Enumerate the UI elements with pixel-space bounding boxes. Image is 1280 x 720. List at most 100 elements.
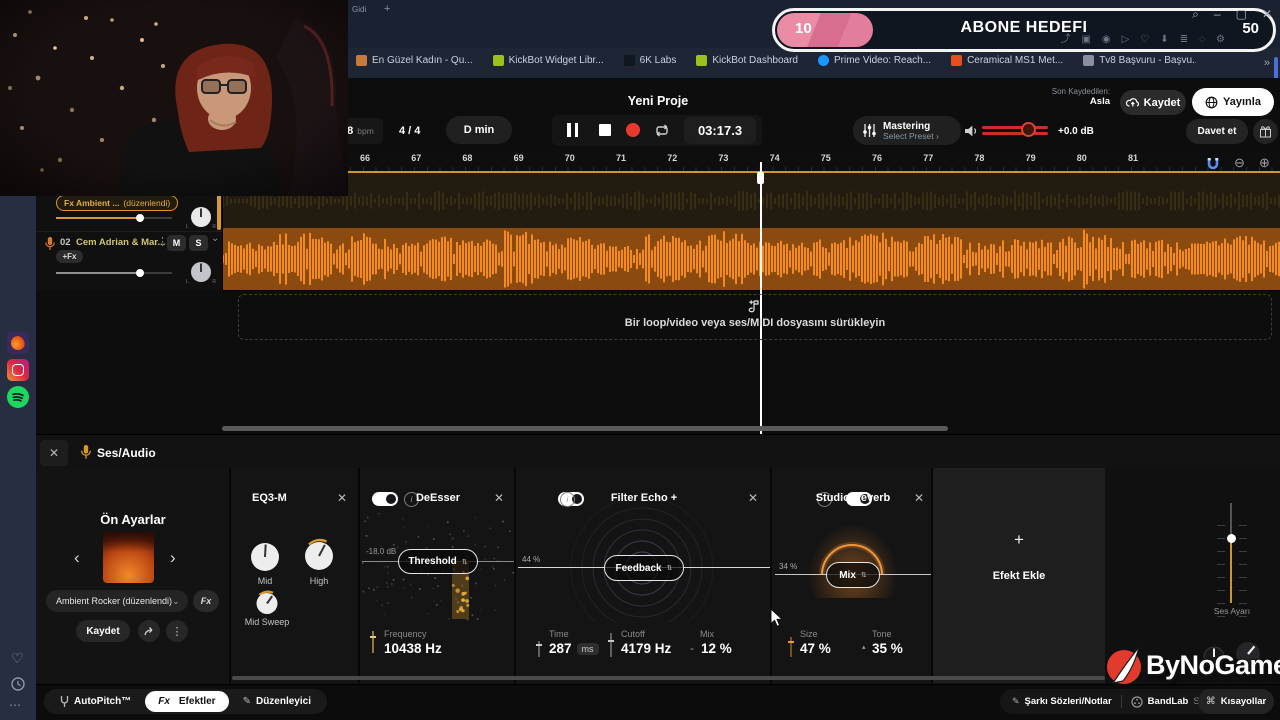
speaker-icon[interactable] bbox=[964, 124, 979, 143]
reverb-mix-pill[interactable]: Mix ⇅ bbox=[826, 562, 880, 588]
channel-volume-knob[interactable] bbox=[1226, 534, 1236, 543]
bookmark-item[interactable]: Prime Video: Reach... bbox=[817, 55, 931, 66]
time-signature[interactable]: 4 / 4 bbox=[399, 125, 420, 137]
bookmark-label: En Güzel Kadın - Qu... bbox=[372, 55, 473, 66]
track2-pan-knob[interactable]: LR bbox=[186, 261, 216, 285]
track1-pan-knob[interactable]: LR bbox=[186, 206, 216, 230]
watermark-text: ByNoGame bbox=[1146, 649, 1280, 680]
deesser-freq-value[interactable]: 10438 Hz bbox=[384, 641, 442, 656]
deesser-freq-slider-icon[interactable] bbox=[370, 631, 376, 658]
zoom-out-icon[interactable]: ⊖ bbox=[1234, 155, 1245, 171]
bookmark-item[interactable]: En Güzel Kadın - Qu... bbox=[356, 55, 473, 66]
mastering-button[interactable]: Mastering Select Preset › bbox=[853, 116, 961, 145]
eq3m-high-knob[interactable] bbox=[301, 536, 337, 579]
eq3m-mid-knob[interactable] bbox=[248, 540, 282, 579]
heart-icon[interactable]: ♡ bbox=[11, 650, 24, 667]
bookmark-item[interactable]: KickBot Dashboard bbox=[696, 55, 798, 66]
more-icon[interactable]: ⋯ bbox=[9, 698, 22, 712]
track2-collapse-icon[interactable]: ⌄ bbox=[211, 233, 219, 244]
reverb-tone-value[interactable]: 35 % bbox=[872, 641, 903, 656]
echo-cutoff-value[interactable]: 4179 Hz bbox=[621, 641, 671, 656]
preset-dropdown[interactable]: Ambient Rocker (düzenlendi) ⌄ bbox=[46, 590, 188, 612]
preset-next-icon[interactable]: › bbox=[170, 548, 176, 568]
spotify-icon[interactable] bbox=[7, 386, 29, 408]
invite-button[interactable]: Davet et bbox=[1186, 119, 1248, 144]
preset-save-button[interactable]: Kaydet bbox=[76, 620, 130, 642]
preset-menu-button[interactable]: ⋮ bbox=[166, 620, 188, 642]
horizontal-scrollbar[interactable] bbox=[222, 426, 948, 431]
dropzone[interactable]: Bir loop/video veya ses/MIDI dosyasını s… bbox=[238, 294, 1272, 340]
add-effect-zone[interactable]: + Efekt Ekle bbox=[933, 468, 1105, 683]
preset-share-button[interactable] bbox=[138, 620, 160, 642]
track2-fx-chip[interactable]: +Fx bbox=[56, 250, 83, 263]
track2-waveform-clip[interactable] bbox=[222, 228, 1280, 291]
last-saved-value: Asla bbox=[1089, 96, 1110, 107]
minimize-icon[interactable]: – bbox=[1214, 7, 1221, 22]
bookmark-item[interactable]: Ceramical MS1 Met... bbox=[951, 55, 1063, 66]
tab-title[interactable]: Gidi bbox=[352, 5, 366, 14]
loop-button[interactable] bbox=[653, 122, 671, 143]
tab-editor[interactable]: ✎ Düzenleyici bbox=[233, 696, 321, 707]
reverb-size-value[interactable]: 47 % bbox=[800, 641, 831, 656]
instagram-icon[interactable] bbox=[7, 359, 29, 381]
preset-prev-icon[interactable]: ‹ bbox=[74, 548, 80, 568]
stop-button[interactable] bbox=[599, 124, 611, 136]
echo-time-unit: ms bbox=[576, 642, 599, 655]
bookmark-item[interactable]: 6K Labs bbox=[623, 55, 677, 66]
bookmark-item[interactable]: Tv8 Başvuru - Başvu... bbox=[1083, 55, 1196, 66]
fx-panel-close-button[interactable]: ✕ bbox=[40, 440, 68, 466]
bookmarks-overflow-icon[interactable]: » bbox=[1264, 57, 1270, 69]
window-close-icon[interactable]: ✕ bbox=[1262, 7, 1272, 22]
search-icon[interactable]: ⌕ bbox=[1192, 7, 1199, 22]
publish-button[interactable]: Yayınla bbox=[1192, 88, 1274, 116]
track1-volume-knob[interactable] bbox=[136, 214, 144, 222]
tab-autopitch[interactable]: AutoPitch™ bbox=[50, 695, 141, 708]
master-volume-knob[interactable] bbox=[1021, 122, 1036, 137]
echo-feedback-pill[interactable]: Feedback ⇅ bbox=[604, 555, 684, 581]
track1-name-pill[interactable]: Fx Ambient ... (düzenlendi) bbox=[56, 195, 179, 211]
time-display[interactable]: 03:17.3 bbox=[684, 117, 756, 144]
lyrics-notes-button[interactable]: ✎ Şarkı Sözleri/Notlar bbox=[1012, 696, 1112, 707]
echo-mix-handle-icon[interactable]: - bbox=[690, 641, 694, 655]
channel-volume-track[interactable] bbox=[1226, 503, 1236, 603]
echo-time-field[interactable]: 287 ms bbox=[549, 641, 599, 656]
camera-icon: ▣ bbox=[1081, 34, 1091, 45]
reverb-size-slider-icon[interactable] bbox=[788, 637, 794, 662]
track2-name[interactable]: Cem Adrian & Mar... bbox=[76, 237, 165, 248]
pause-button[interactable] bbox=[567, 123, 579, 137]
zoom-in-icon[interactable]: ⊕ bbox=[1259, 155, 1270, 171]
deesser-close-icon[interactable]: ✕ bbox=[494, 492, 504, 504]
track2-mute-button[interactable]: M bbox=[167, 235, 186, 251]
tab-effects-active[interactable]: Fx Efektler bbox=[145, 691, 229, 712]
preset-thumbnail[interactable] bbox=[103, 532, 154, 583]
bookmark-item[interactable]: KickBot Widget Libr... bbox=[492, 55, 604, 66]
playhead-handle[interactable] bbox=[757, 172, 764, 184]
echo-time-slider-icon[interactable] bbox=[536, 641, 542, 662]
master-volume-slider[interactable] bbox=[982, 122, 1048, 137]
key-selector[interactable]: D min bbox=[446, 116, 512, 144]
preset-fx-button[interactable]: Fx bbox=[193, 590, 219, 612]
save-button[interactable]: Kaydet bbox=[1120, 90, 1186, 115]
effects-scrollbar[interactable] bbox=[232, 676, 1105, 680]
track1-volume-slider[interactable] bbox=[56, 214, 172, 222]
track2-volume-knob[interactable] bbox=[136, 269, 144, 277]
gift-button[interactable] bbox=[1253, 119, 1278, 144]
mouse-cursor bbox=[770, 607, 784, 633]
deesser-threshold-pill[interactable]: Threshold ⇅ bbox=[398, 549, 478, 574]
firefox-icon[interactable] bbox=[7, 332, 29, 354]
track1-clip[interactable] bbox=[222, 171, 1280, 228]
echo-cutoff-slider-icon[interactable] bbox=[608, 633, 614, 662]
maximize-icon[interactable]: ▢ bbox=[1236, 7, 1247, 22]
track2-volume-slider[interactable] bbox=[56, 269, 172, 277]
reverb-close-icon[interactable]: ✕ bbox=[914, 492, 924, 504]
shortcuts-button[interactable]: ⌘ Kısayollar bbox=[1198, 689, 1274, 714]
fx-panel-title: Ses/Audio bbox=[97, 446, 156, 460]
track2-solo-button[interactable]: S bbox=[189, 235, 208, 251]
echo-mix-value[interactable]: 12 % bbox=[701, 641, 732, 656]
bookmark-label: 6K Labs bbox=[639, 55, 677, 66]
new-tab-icon[interactable]: + bbox=[384, 3, 390, 15]
record-button[interactable] bbox=[626, 123, 640, 137]
eq3m-close-icon[interactable]: ✕ bbox=[337, 492, 347, 504]
reverb-tone-handle-icon[interactable]: ▴ bbox=[862, 643, 866, 651]
clock-icon[interactable] bbox=[10, 676, 26, 697]
